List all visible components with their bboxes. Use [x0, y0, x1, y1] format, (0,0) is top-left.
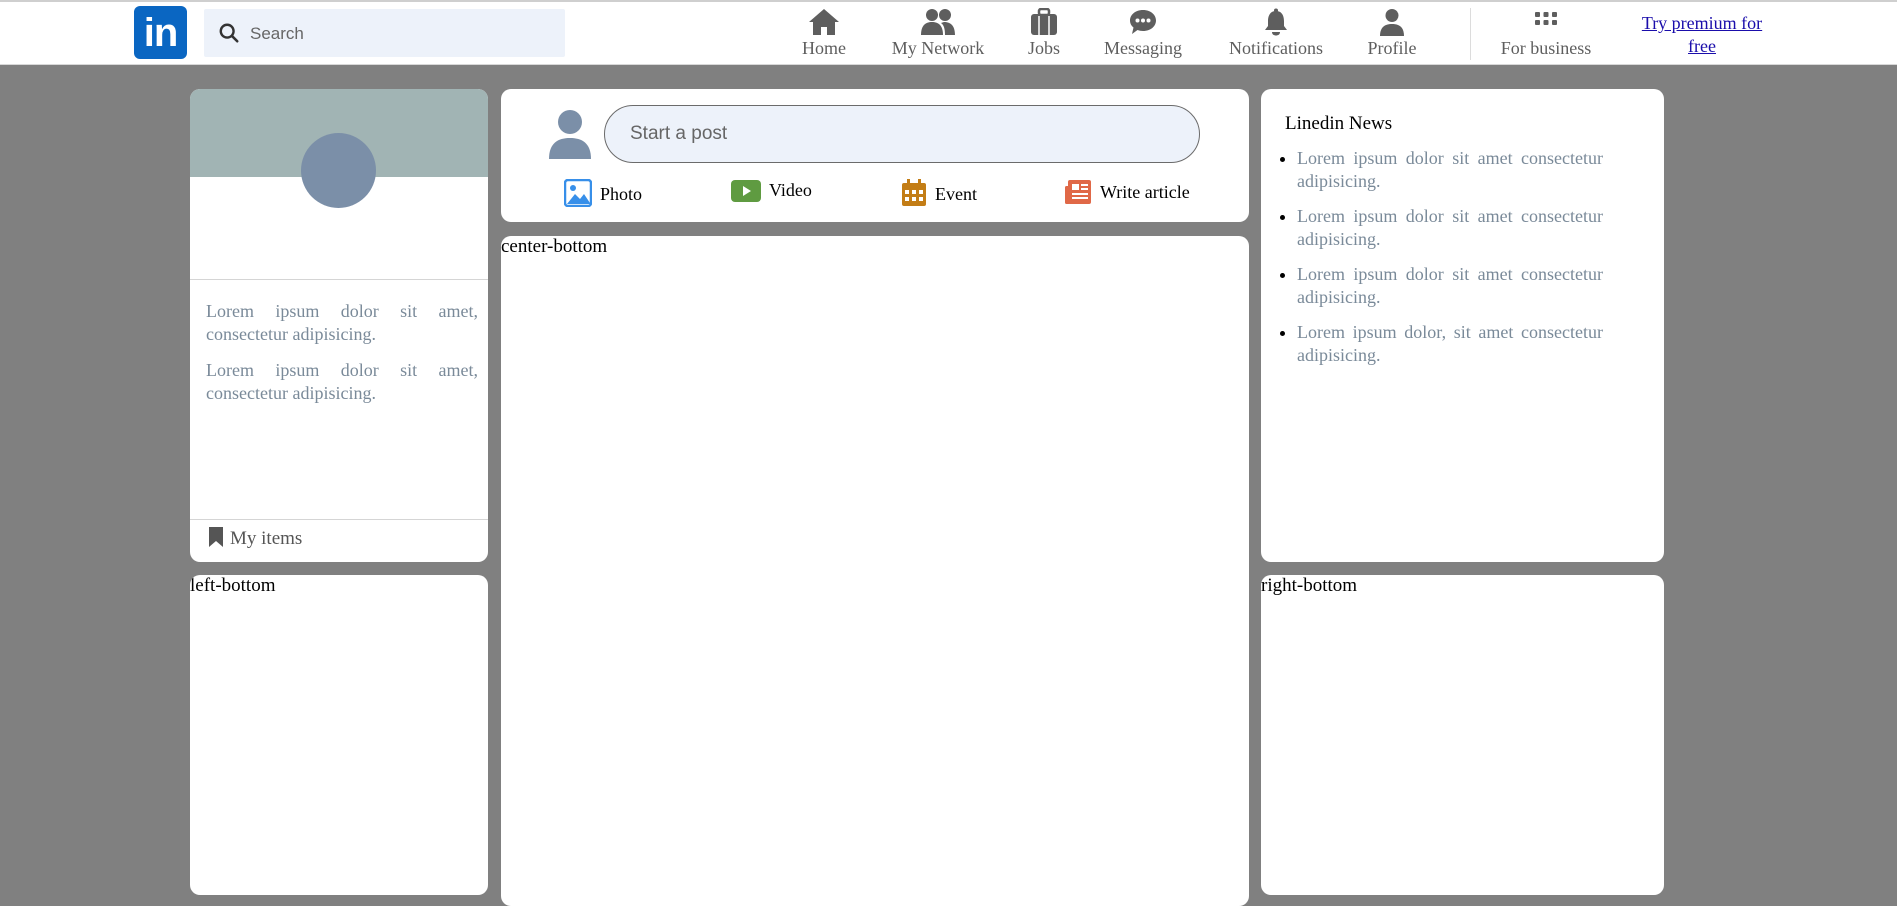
my-items-divider	[190, 519, 488, 520]
message-icon	[1098, 4, 1188, 38]
news-item[interactable]: Lorem ipsum dolor sit amet consectetur a…	[1297, 147, 1603, 193]
nav-for-business[interactable]: For business	[1496, 4, 1596, 62]
nav-my-network[interactable]: My Network	[884, 4, 992, 62]
nav-notifications-label: Notifications	[1229, 38, 1323, 58]
news-title: Linedin News	[1285, 113, 1393, 134]
user-avatar-icon	[548, 109, 592, 164]
start-post-input[interactable]: Start a post	[604, 105, 1200, 163]
nav-jobs[interactable]: Jobs	[1024, 4, 1064, 62]
event-button[interactable]: Event	[901, 179, 977, 207]
write-article-button[interactable]: Write article	[1064, 179, 1190, 205]
nav-messaging[interactable]: Messaging	[1098, 4, 1188, 62]
article-icon	[1065, 180, 1091, 204]
event-label: Event	[935, 184, 977, 204]
grid-icon	[1496, 4, 1596, 38]
nav-home[interactable]: Home	[800, 4, 848, 62]
my-items-link[interactable]: My items	[208, 527, 302, 550]
nav-jobs-label: Jobs	[1027, 38, 1060, 58]
nav-notifications[interactable]: Notifications	[1222, 4, 1330, 62]
photo-button[interactable]: Photo	[563, 178, 643, 208]
bookmark-icon	[209, 527, 223, 547]
profile-avatar[interactable]	[301, 133, 376, 208]
home-icon	[800, 4, 848, 38]
news-card: Linedin News Lorem ipsum dolor sit amet …	[1261, 89, 1664, 562]
nav-home-label: Home	[802, 38, 846, 58]
news-list: Lorem ipsum dolor sit amet consectetur a…	[1275, 147, 1603, 379]
nav-messaging-label: Messaging	[1104, 38, 1182, 58]
photo-label: Photo	[600, 184, 643, 204]
post-composer: Start a post Photo Video Event Write art…	[501, 89, 1249, 222]
center-bottom-label: center-bottom	[501, 236, 608, 257]
video-button[interactable]: Video	[731, 179, 812, 203]
network-icon	[884, 4, 992, 38]
right-bottom-panel: right-bottom	[1261, 575, 1664, 895]
center-bottom-panel: center-bottom	[501, 236, 1249, 906]
profile-text-1: Lorem ipsum dolor sit amet, consectetur …	[206, 301, 478, 344]
calendar-icon	[902, 179, 926, 206]
user-icon	[1366, 4, 1418, 38]
left-bottom-panel: left-bottom	[190, 575, 488, 895]
bell-icon	[1222, 4, 1330, 38]
profile-text-2: Lorem ipsum dolor sit amet, consectetur …	[206, 360, 478, 403]
write-article-label: Write article	[1100, 182, 1190, 202]
nav-divider	[1470, 8, 1471, 60]
news-item[interactable]: Lorem ipsum dolor sit amet consectetur a…	[1297, 263, 1603, 309]
news-item[interactable]: Lorem ipsum dolor sit amet consectetur a…	[1297, 205, 1603, 251]
news-item[interactable]: Lorem ipsum dolor, sit amet consectetur …	[1297, 321, 1603, 367]
nav-for-business-label: For business	[1500, 38, 1592, 58]
left-bottom-label: left-bottom	[190, 575, 276, 596]
top-navbar: in Home My Network Jobs Messaging	[0, 2, 1897, 65]
photo-icon	[563, 178, 593, 208]
video-icon	[731, 180, 761, 202]
search-box[interactable]	[204, 9, 565, 59]
nav-profile-label: Profile	[1367, 38, 1417, 58]
right-bottom-label: right-bottom	[1261, 575, 1358, 596]
search-input[interactable]	[248, 9, 552, 59]
profile-divider	[190, 279, 488, 280]
video-label: Video	[769, 180, 812, 200]
nav-my-network-label: My Network	[891, 38, 985, 58]
linkedin-logo[interactable]: in	[134, 6, 187, 59]
search-icon	[218, 22, 240, 49]
nav-profile[interactable]: Profile	[1366, 4, 1418, 62]
try-premium-link[interactable]: Try premium for free	[1630, 12, 1774, 58]
my-items-label: My items	[230, 528, 303, 549]
profile-card: Lorem ipsum dolor sit amet, consectetur …	[190, 89, 488, 562]
briefcase-icon	[1024, 4, 1064, 38]
